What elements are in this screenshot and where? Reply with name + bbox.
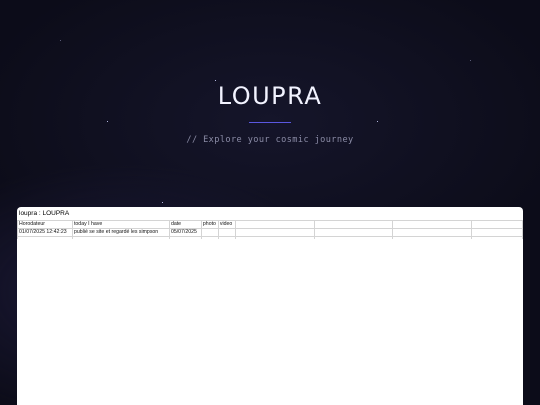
table-cell[interactable] [17, 236, 73, 239]
table-cell[interactable] [471, 228, 523, 237]
star [377, 121, 378, 122]
star [162, 202, 163, 203]
table-cell[interactable] [234, 220, 315, 229]
table-row [17, 236, 523, 239]
table-cell[interactable] [234, 236, 315, 239]
table-cell[interactable]: photo [200, 220, 219, 229]
table-row: 01/07/2025 12:42:23 publié se site et reg… [17, 228, 523, 237]
star [107, 121, 108, 122]
table-cell[interactable] [471, 220, 523, 229]
table-cell[interactable] [392, 236, 473, 239]
star [60, 40, 61, 41]
table-cell[interactable] [200, 236, 219, 239]
star [215, 80, 216, 81]
table-cell[interactable] [313, 228, 394, 237]
site-tagline: // Explore your cosmic journey [186, 135, 354, 145]
table-cell[interactable] [200, 228, 219, 237]
table-cell[interactable] [471, 236, 523, 239]
table-cell[interactable]: today I have [71, 220, 170, 229]
table-header-row: Horodateur today I have date photo video [17, 220, 523, 229]
table-cell[interactable] [392, 220, 473, 229]
star [470, 60, 471, 61]
table-cell[interactable] [71, 236, 170, 239]
table-cell[interactable] [168, 236, 202, 239]
embedded-spreadsheet[interactable]: loupra : LOUPRA Horodateur today I have da… [17, 207, 523, 405]
table-cell[interactable] [313, 236, 394, 239]
title-divider [249, 122, 291, 123]
table-cell[interactable]: 01/07/2025 12:42:23 [17, 228, 73, 237]
table-cell[interactable]: Horodateur [17, 220, 73, 229]
table-cell[interactable]: 05/07/2025 [168, 228, 202, 237]
spreadsheet-title: loupra : LOUPRA [19, 210, 70, 217]
table-cell[interactable] [313, 220, 394, 229]
site-title: LOUPRA [217, 82, 323, 110]
table-cell[interactable] [217, 236, 236, 239]
table-cell[interactable] [392, 228, 473, 237]
spreadsheet-table: Horodateur today I have date photo video 01/0… [17, 220, 523, 239]
table-cell[interactable]: date [168, 220, 202, 229]
table-cell[interactable] [217, 228, 236, 237]
table-cell[interactable]: publié se site et regardé les simpson [71, 228, 170, 237]
table-cell[interactable] [234, 228, 315, 237]
table-cell[interactable]: video [217, 220, 236, 229]
